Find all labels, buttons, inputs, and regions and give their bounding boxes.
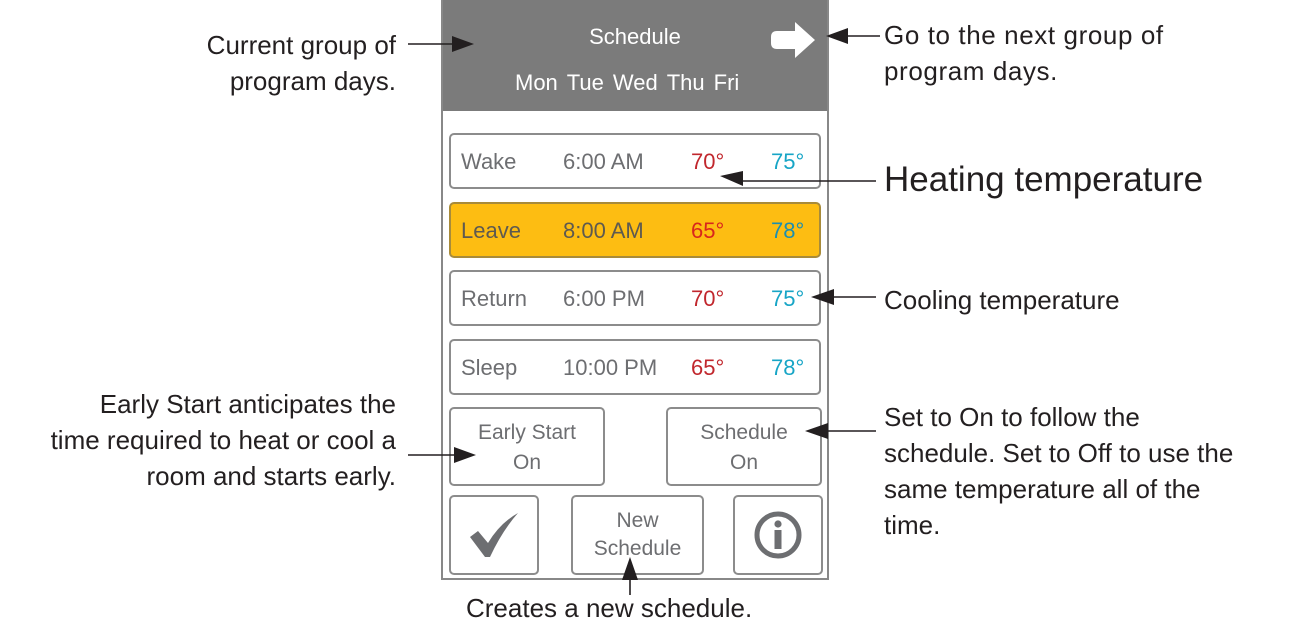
arrowhead: [454, 447, 476, 463]
arrowhead: [826, 28, 848, 44]
arrowhead: [622, 557, 638, 580]
arrowhead: [452, 36, 474, 52]
arrowhead: [720, 171, 743, 186]
arrowhead: [811, 289, 834, 305]
arrowhead: [805, 423, 828, 439]
leader-lines: [408, 28, 880, 595]
